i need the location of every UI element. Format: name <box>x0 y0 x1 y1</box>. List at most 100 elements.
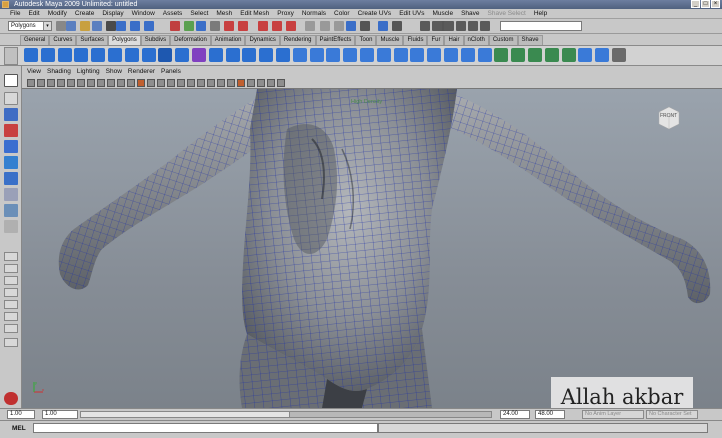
polygon-shelf-tool-icon[interactable] <box>225 48 240 62</box>
panel-toolbar-button-icon[interactable] <box>277 79 285 87</box>
status-line-tool-icon[interactable] <box>392 21 402 31</box>
menu-edit-uvs[interactable]: Edit UVs <box>395 9 428 19</box>
polygon-shelf-tool-icon[interactable] <box>561 48 576 62</box>
menu-shave-select[interactable]: Shave Select <box>484 9 530 19</box>
shelf-tab-surfaces[interactable]: Surfaces <box>76 35 109 45</box>
status-line-tool-icon[interactable] <box>184 21 194 31</box>
panel-toolbar-button-icon[interactable] <box>77 79 85 87</box>
universal-manipulator-icon[interactable] <box>4 172 18 185</box>
scale-tool-icon[interactable] <box>4 156 18 169</box>
polygon-shelf-tool-icon[interactable] <box>427 48 442 62</box>
panel-toolbar-button-icon[interactable] <box>57 79 65 87</box>
shelf-tab-polygons[interactable]: Polygons <box>108 35 141 45</box>
polygon-shelf-tool-icon[interactable] <box>595 48 610 62</box>
shelf-tab-deformation[interactable]: Deformation <box>170 35 211 45</box>
menu-edit[interactable]: Edit <box>24 9 43 19</box>
panel-toolbar-button-icon[interactable] <box>247 79 255 87</box>
panel-toolbar-button-icon[interactable] <box>197 79 205 87</box>
menu-modify[interactable]: Modify <box>44 9 71 19</box>
shelf-tab-fur[interactable]: Fur <box>427 35 445 45</box>
polygon-shelf-tool-icon[interactable] <box>192 48 206 62</box>
lasso-tool-icon[interactable] <box>4 92 18 105</box>
panel-toolbar-button-icon[interactable] <box>237 79 245 87</box>
polygon-shelf-tool-icon[interactable] <box>477 48 492 62</box>
status-line-tool-icon[interactable] <box>56 21 66 31</box>
status-line-tool-icon[interactable] <box>144 21 154 31</box>
polygon-shelf-tool-icon[interactable] <box>40 48 55 62</box>
status-line-tool-icon[interactable] <box>92 21 102 31</box>
polygon-shelf-tool-icon[interactable] <box>24 48 38 62</box>
menu-file[interactable]: File <box>6 9 24 19</box>
polygon-shelf-tool-icon[interactable] <box>511 48 526 62</box>
polygon-shelf-tool-icon[interactable] <box>309 48 324 62</box>
layout-extra-icon[interactable] <box>4 338 18 347</box>
shelf-tab-hair[interactable]: Hair <box>444 35 464 45</box>
menu-display[interactable]: Display <box>98 9 127 19</box>
panel-toolbar-button-icon[interactable] <box>207 79 215 87</box>
last-tool-icon[interactable] <box>4 220 18 233</box>
status-line-tool-icon[interactable] <box>66 21 76 31</box>
move-tool-icon[interactable] <box>4 124 18 137</box>
polygon-shelf-tool-icon[interactable] <box>444 48 458 62</box>
panel-menu-view[interactable]: View <box>24 67 44 77</box>
panel-menu-lighting[interactable]: Lighting <box>74 67 103 77</box>
render-tool-icon[interactable] <box>480 21 490 31</box>
polygon-shelf-tool-icon[interactable] <box>393 48 408 62</box>
polygon-shelf-tool-icon[interactable] <box>376 48 391 62</box>
layout-single-icon[interactable] <box>4 252 18 261</box>
show-manipulator-icon[interactable] <box>4 204 18 217</box>
menu-create-uvs[interactable]: Create UVs <box>354 9 396 19</box>
mel-input[interactable] <box>33 423 378 433</box>
panel-toolbar-button-icon[interactable] <box>97 79 105 87</box>
menu-muscle[interactable]: Muscle <box>428 9 457 19</box>
record-icon[interactable] <box>4 392 18 405</box>
panel-toolbar-button-icon[interactable] <box>37 79 45 87</box>
polygon-shelf-tool-icon[interactable] <box>612 48 626 62</box>
mel-label[interactable]: MEL <box>12 425 26 432</box>
polygon-shelf-tool-icon[interactable] <box>528 48 542 62</box>
menu-set-selector[interactable]: Polygons ▾ <box>8 21 52 31</box>
panel-toolbar-button-icon[interactable] <box>147 79 155 87</box>
polygon-shelf-tool-icon[interactable] <box>141 48 156 62</box>
layout-hypershade-icon[interactable] <box>4 312 18 321</box>
panel-toolbar-button-icon[interactable] <box>107 79 115 87</box>
polygon-shelf-tool-icon[interactable] <box>326 48 341 62</box>
polygon-shelf-tool-icon[interactable] <box>360 48 374 62</box>
panel-menu-renderer[interactable]: Renderer <box>125 67 158 77</box>
layout-graph-icon[interactable] <box>4 300 18 309</box>
layout-outliner-icon[interactable] <box>4 288 18 297</box>
status-line-tool-icon[interactable] <box>378 21 388 31</box>
paint-select-tool-icon[interactable] <box>4 108 18 121</box>
soft-modification-icon[interactable] <box>4 188 18 201</box>
menu-window[interactable]: Window <box>128 9 159 19</box>
polygon-shelf-tool-icon[interactable] <box>158 48 173 62</box>
panel-toolbar-button-icon[interactable] <box>177 79 185 87</box>
minimize-button[interactable]: _ <box>691 0 700 8</box>
status-line-tool-icon[interactable] <box>170 21 180 31</box>
panel-menu-shading[interactable]: Shading <box>44 67 74 77</box>
shelf-tab-subdivs[interactable]: Subdivs <box>140 35 171 45</box>
panel-toolbar-button-icon[interactable] <box>157 79 165 87</box>
chevron-down-icon[interactable]: ▾ <box>43 22 51 30</box>
status-line-tool-icon[interactable] <box>130 21 140 31</box>
polygon-shelf-tool-icon[interactable] <box>242 48 257 62</box>
range-slider-handle[interactable] <box>80 411 290 418</box>
shelf-tab-curves[interactable]: Curves <box>49 35 77 45</box>
status-line-tool-icon[interactable] <box>258 21 268 31</box>
shelf-tab-dynamics[interactable]: Dynamics <box>245 35 280 45</box>
select-tool-icon[interactable] <box>4 74 18 87</box>
status-line-tool-icon[interactable] <box>106 21 116 31</box>
anim-layer-dropdown[interactable]: No Anim Layer <box>582 410 644 419</box>
panel-toolbar-button-icon[interactable] <box>167 79 175 87</box>
panel-menu-show[interactable]: Show <box>103 67 125 77</box>
polygon-shelf-tool-icon[interactable] <box>57 48 72 62</box>
polygon-shelf-tool-icon[interactable] <box>124 48 139 62</box>
menu-edit-mesh[interactable]: Edit Mesh <box>236 9 273 19</box>
menu-proxy[interactable]: Proxy <box>273 9 298 19</box>
polygon-shelf-tool-icon[interactable] <box>108 48 122 62</box>
polygon-shelf-tool-icon[interactable] <box>494 48 509 62</box>
shelf-tab-general[interactable]: General <box>20 35 50 45</box>
panel-toolbar-button-icon[interactable] <box>257 79 265 87</box>
menu-assets[interactable]: Assets <box>159 9 187 19</box>
polygon-shelf-tool-icon[interactable] <box>410 48 425 62</box>
